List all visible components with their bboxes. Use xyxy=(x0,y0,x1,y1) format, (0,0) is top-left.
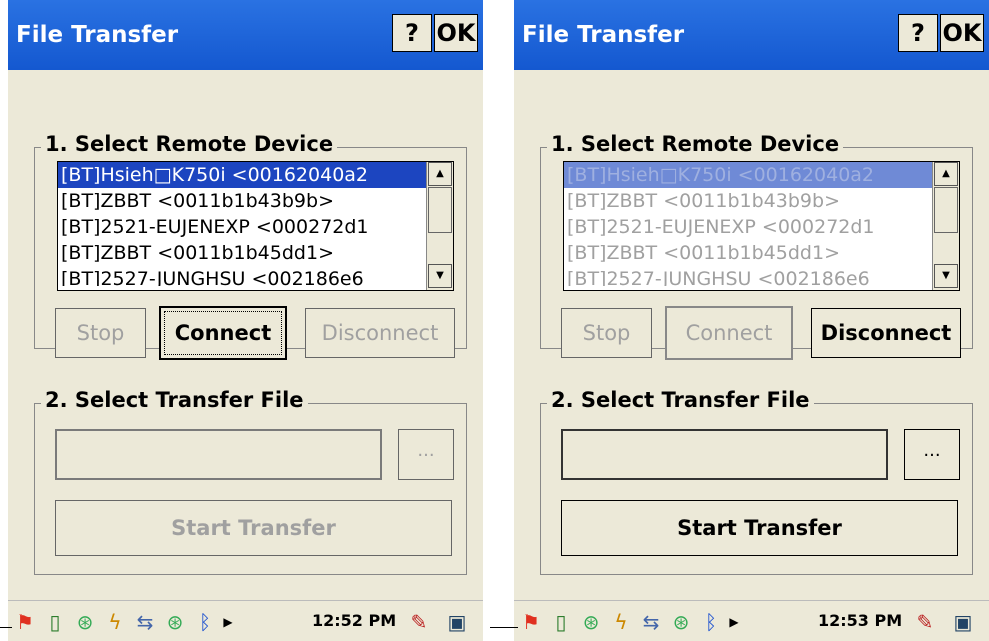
system-tray: ⚑ ▯ ⊛ ϟ ⇆ ⊛ ᛒ ▶ xyxy=(518,601,744,641)
connect-button[interactable]: Connect xyxy=(159,306,287,360)
transfer-file-group-label: 2. Select Transfer File xyxy=(41,388,308,412)
scroll-down-icon[interactable]: ▼ xyxy=(934,264,958,288)
network-icon[interactable]: ⊛ xyxy=(578,609,604,635)
list-item[interactable]: [BT]2527-JUNGHSU <002186e6 xyxy=(564,266,959,286)
start-transfer-button[interactable]: Start Transfer xyxy=(561,500,958,556)
start-transfer-button[interactable]: Start Transfer xyxy=(55,500,452,556)
remote-device-group-label: 1. Select Remote Device xyxy=(547,132,844,156)
transfer-file-group-label: 2. Select Transfer File xyxy=(547,388,814,412)
screen-after-connect: File Transfer ? OK 1. Select Remote Devi… xyxy=(514,0,989,641)
disconnect-button[interactable]: Disconnect xyxy=(305,308,455,358)
stop-button[interactable]: Stop xyxy=(55,308,146,358)
remote-device-group: 1. Select Remote Device [BT]Hsieh□K750i … xyxy=(540,132,973,360)
browse-button[interactable]: ... xyxy=(904,429,960,480)
title-bar: File Transfer ? OK xyxy=(514,0,989,70)
taskbar: ⚑ ▯ ⊛ ϟ ⇆ ⊛ ᛒ ▶ 12:53 PM ✎ ▣ xyxy=(514,600,989,641)
window-title: File Transfer xyxy=(522,22,685,48)
screen-before-connect: File Transfer ? OK 1. Select Remote Devi… xyxy=(8,0,483,641)
power-icon[interactable]: ϟ xyxy=(102,609,128,635)
device-list-scrollbar[interactable]: ▲ ▼ xyxy=(932,162,959,290)
clock[interactable]: 12:52 PM xyxy=(312,611,396,630)
arrow-right-icon[interactable]: ▶ xyxy=(728,609,740,635)
bluetooth-icon[interactable]: ᛒ xyxy=(192,609,218,635)
file-path-field[interactable] xyxy=(561,429,888,480)
scroll-down-icon[interactable]: ▼ xyxy=(428,264,452,288)
list-item[interactable]: [BT]2521-EUJENEXP <000272d1 xyxy=(564,214,959,240)
list-item[interactable]: [BT]Hsieh□K750i <00162040a2 xyxy=(564,162,959,188)
tools-icon[interactable]: ✎ xyxy=(912,609,938,635)
arrow-right-icon[interactable]: ▶ xyxy=(222,609,234,635)
connect-button[interactable]: Connect xyxy=(665,306,793,360)
list-item[interactable]: [BT]2527-JUNGHSU <002186e6 xyxy=(58,266,453,286)
bluetooth-icon[interactable]: ᛒ xyxy=(698,609,724,635)
divider-line xyxy=(490,627,518,628)
ok-button[interactable]: OK xyxy=(434,14,478,52)
device-list-scrollbar[interactable]: ▲ ▼ xyxy=(426,162,453,290)
transfer-file-group: 2. Select Transfer File ... Start Transf… xyxy=(540,388,973,575)
scroll-up-icon[interactable]: ▲ xyxy=(428,162,452,186)
stop-button[interactable]: Stop xyxy=(561,308,652,358)
list-item[interactable]: [BT]2521-EUJENEXP <000272d1 xyxy=(58,214,453,240)
remote-device-group-label: 1. Select Remote Device xyxy=(41,132,338,156)
device-list[interactable]: [BT]Hsieh□K750i <00162040a2 [BT]ZBBT <00… xyxy=(563,161,960,291)
network-icon[interactable]: ⊛ xyxy=(668,609,694,635)
list-item[interactable]: [BT]ZBBT <0011b1b43b9b> xyxy=(564,188,959,214)
battery-icon[interactable]: ▯ xyxy=(548,609,574,635)
disconnect-button[interactable]: Disconnect xyxy=(811,308,961,358)
title-bar: File Transfer ? OK xyxy=(8,0,483,70)
file-path-field[interactable] xyxy=(55,429,382,480)
clock[interactable]: 12:53 PM xyxy=(818,611,902,630)
window-title: File Transfer xyxy=(16,22,179,48)
system-tray: ⚑ ▯ ⊛ ϟ ⇆ ⊛ ᛒ ▶ xyxy=(12,601,238,641)
list-item[interactable]: [BT]Hsieh□K750i <00162040a2 xyxy=(58,162,453,188)
desktop-switch-icon[interactable]: ▣ xyxy=(444,609,470,635)
list-item[interactable]: [BT]ZBBT <0011b1b45dd1> xyxy=(564,240,959,266)
scroll-up-icon[interactable]: ▲ xyxy=(934,162,958,186)
help-button[interactable]: ? xyxy=(898,14,938,52)
sync-icon[interactable]: ⇆ xyxy=(132,609,158,635)
network-icon[interactable]: ⊛ xyxy=(72,609,98,635)
browse-button[interactable]: ... xyxy=(398,429,454,480)
scroll-thumb[interactable] xyxy=(934,187,958,233)
remote-device-group: 1. Select Remote Device [BT]Hsieh□K750i … xyxy=(34,132,467,360)
windows-flag-icon[interactable]: ⚑ xyxy=(12,609,38,635)
windows-flag-icon[interactable]: ⚑ xyxy=(518,609,544,635)
power-icon[interactable]: ϟ xyxy=(608,609,634,635)
divider-line xyxy=(0,627,12,628)
taskbar: ⚑ ▯ ⊛ ϟ ⇆ ⊛ ᛒ ▶ 12:52 PM ✎ ▣ xyxy=(8,600,483,641)
device-list[interactable]: [BT]Hsieh□K750i <00162040a2 [BT]ZBBT <00… xyxy=(57,161,454,291)
scroll-thumb[interactable] xyxy=(428,187,452,233)
list-item[interactable]: [BT]ZBBT <0011b1b43b9b> xyxy=(58,188,453,214)
battery-icon[interactable]: ▯ xyxy=(42,609,68,635)
help-button[interactable]: ? xyxy=(392,14,432,52)
desktop-switch-icon[interactable]: ▣ xyxy=(950,609,976,635)
network-icon[interactable]: ⊛ xyxy=(162,609,188,635)
transfer-file-group: 2. Select Transfer File ... Start Transf… xyxy=(34,388,467,575)
ok-button[interactable]: OK xyxy=(940,14,984,52)
sync-icon[interactable]: ⇆ xyxy=(638,609,664,635)
tools-icon[interactable]: ✎ xyxy=(406,609,432,635)
list-item[interactable]: [BT]ZBBT <0011b1b45dd1> xyxy=(58,240,453,266)
